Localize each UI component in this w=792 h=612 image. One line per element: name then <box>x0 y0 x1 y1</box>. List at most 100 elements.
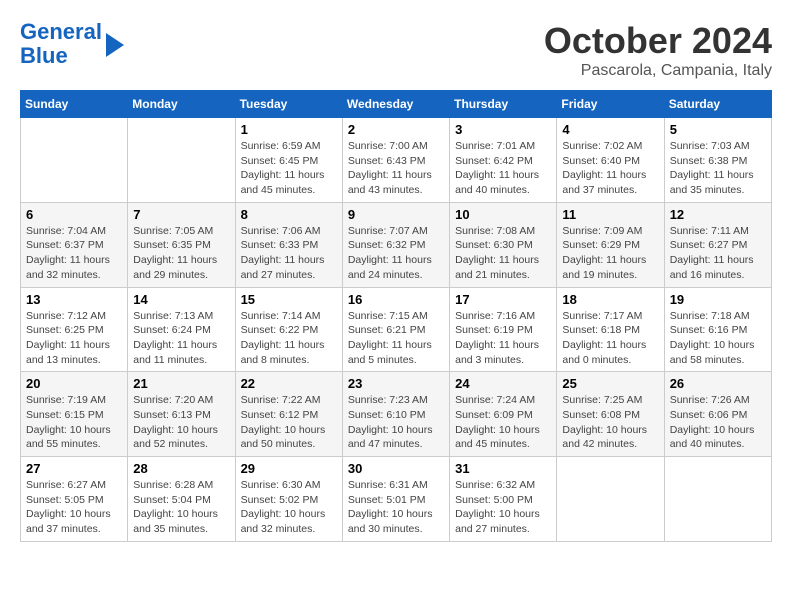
day-of-week-header: Monday <box>128 91 235 118</box>
day-number: 11 <box>562 207 658 222</box>
day-number: 2 <box>348 122 444 137</box>
logo-arrow-icon <box>106 33 124 57</box>
calendar-cell: 7Sunrise: 7:05 AMSunset: 6:35 PMDaylight… <box>128 202 235 287</box>
calendar-week-row: 27 Sunrise: 6:27 AMSunset: 5:05 PMDayligh… <box>21 457 772 542</box>
day-of-week-header: Friday <box>557 91 664 118</box>
calendar-cell: 6Sunrise: 7:04 AMSunset: 6:37 PMDaylight… <box>21 202 128 287</box>
logo-text-blue: Blue <box>20 43 68 68</box>
day-number: 15 <box>241 292 337 307</box>
calendar-week-row: 13 Sunrise: 7:12 AMSunset: 6:25 PMDayligh… <box>21 287 772 372</box>
day-of-week-header: Tuesday <box>235 91 342 118</box>
cell-info: Sunrise: 7:07 AMSunset: 6:32 PMDaylight:… <box>348 224 444 283</box>
cell-info: Sunrise: 7:14 AMSunset: 6:22 PMDaylight:… <box>241 309 337 368</box>
day-number: 3 <box>455 122 551 137</box>
calendar-cell: 30 Sunrise: 6:31 AMSunset: 5:01 PMDayligh… <box>342 457 449 542</box>
day-number: 20 <box>26 376 122 391</box>
cell-info: Sunrise: 6:30 AMSunset: 5:02 PMDaylight:… <box>241 478 337 537</box>
day-of-week-header: Thursday <box>450 91 557 118</box>
calendar-cell: 26 Sunrise: 7:26 AMSunset: 6:06 PMDayligh… <box>664 372 771 457</box>
calendar-week-row: 1 Sunrise: 6:59 AMSunset: 6:45 PMDaylight… <box>21 118 772 203</box>
logo: General Blue <box>20 20 124 68</box>
calendar-cell: 23Sunrise: 7:23 AMSunset: 6:10 PMDayligh… <box>342 372 449 457</box>
day-number: 8 <box>241 207 337 222</box>
cell-info: Sunrise: 7:24 AMSunset: 6:09 PMDaylight:… <box>455 393 551 452</box>
calendar-cell: 1 Sunrise: 6:59 AMSunset: 6:45 PMDaylight… <box>235 118 342 203</box>
day-number: 26 <box>670 376 766 391</box>
calendar-cell: 21 Sunrise: 7:20 AMSunset: 6:13 PMDayligh… <box>128 372 235 457</box>
cell-info: Sunrise: 6:31 AMSunset: 5:01 PMDaylight:… <box>348 478 444 537</box>
day-number: 27 <box>26 461 122 476</box>
day-number: 21 <box>133 376 229 391</box>
day-number: 30 <box>348 461 444 476</box>
cell-info: Sunrise: 6:28 AMSunset: 5:04 PMDaylight:… <box>133 478 229 537</box>
day-number: 14 <box>133 292 229 307</box>
cell-info: Sunrise: 7:16 AMSunset: 6:19 PMDaylight:… <box>455 309 551 368</box>
cell-info: Sunrise: 7:13 AMSunset: 6:24 PMDaylight:… <box>133 309 229 368</box>
day-number: 17 <box>455 292 551 307</box>
cell-info: Sunrise: 7:26 AMSunset: 6:06 PMDaylight:… <box>670 393 766 452</box>
cell-info: Sunrise: 7:01 AMSunset: 6:42 PMDaylight:… <box>455 139 551 198</box>
calendar-cell: 17 Sunrise: 7:16 AMSunset: 6:19 PMDayligh… <box>450 287 557 372</box>
calendar-cell: 24Sunrise: 7:24 AMSunset: 6:09 PMDayligh… <box>450 372 557 457</box>
calendar-cell: 18 Sunrise: 7:17 AMSunset: 6:18 PMDayligh… <box>557 287 664 372</box>
day-number: 22 <box>241 376 337 391</box>
cell-info: Sunrise: 7:05 AMSunset: 6:35 PMDaylight:… <box>133 224 229 283</box>
day-number: 1 <box>241 122 337 137</box>
calendar-cell: 2Sunrise: 7:00 AMSunset: 6:43 PMDaylight… <box>342 118 449 203</box>
cell-info: Sunrise: 7:12 AMSunset: 6:25 PMDaylight:… <box>26 309 122 368</box>
calendar-cell: 28Sunrise: 6:28 AMSunset: 5:04 PMDayligh… <box>128 457 235 542</box>
calendar-cell: 8 Sunrise: 7:06 AMSunset: 6:33 PMDaylight… <box>235 202 342 287</box>
calendar-cell: 3 Sunrise: 7:01 AMSunset: 6:42 PMDaylight… <box>450 118 557 203</box>
calendar-cell: 11 Sunrise: 7:09 AMSunset: 6:29 PMDayligh… <box>557 202 664 287</box>
calendar-cell: 22 Sunrise: 7:22 AMSunset: 6:12 PMDayligh… <box>235 372 342 457</box>
calendar-header-row: SundayMondayTuesdayWednesdayThursdayFrid… <box>21 91 772 118</box>
day-number: 19 <box>670 292 766 307</box>
location-subtitle: Pascarola, Campania, Italy <box>544 62 772 80</box>
day-number: 4 <box>562 122 658 137</box>
day-number: 16 <box>348 292 444 307</box>
cell-info: Sunrise: 6:59 AMSunset: 6:45 PMDaylight:… <box>241 139 337 198</box>
cell-info: Sunrise: 7:02 AMSunset: 6:40 PMDaylight:… <box>562 139 658 198</box>
calendar-cell: 9 Sunrise: 7:07 AMSunset: 6:32 PMDaylight… <box>342 202 449 287</box>
cell-info: Sunrise: 7:25 AMSunset: 6:08 PMDaylight:… <box>562 393 658 452</box>
cell-info: Sunrise: 7:19 AMSunset: 6:15 PMDaylight:… <box>26 393 122 452</box>
calendar-cell: 12 Sunrise: 7:11 AMSunset: 6:27 PMDayligh… <box>664 202 771 287</box>
day-number: 6 <box>26 207 122 222</box>
title-area: October 2024 Pascarola, Campania, Italy <box>544 20 772 80</box>
day-of-week-header: Sunday <box>21 91 128 118</box>
cell-info: Sunrise: 7:15 AMSunset: 6:21 PMDaylight:… <box>348 309 444 368</box>
cell-info: Sunrise: 6:27 AMSunset: 5:05 PMDaylight:… <box>26 478 122 537</box>
page-header: General Blue October 2024 Pascarola, Cam… <box>20 20 772 80</box>
cell-info: Sunrise: 7:06 AMSunset: 6:33 PMDaylight:… <box>241 224 337 283</box>
cell-info: Sunrise: 7:17 AMSunset: 6:18 PMDaylight:… <box>562 309 658 368</box>
day-number: 18 <box>562 292 658 307</box>
cell-info: Sunrise: 7:08 AMSunset: 6:30 PMDaylight:… <box>455 224 551 283</box>
calendar-week-row: 20 Sunrise: 7:19 AMSunset: 6:15 PMDayligh… <box>21 372 772 457</box>
calendar-cell: 31Sunrise: 6:32 AMSunset: 5:00 PMDayligh… <box>450 457 557 542</box>
calendar-cell: 25 Sunrise: 7:25 AMSunset: 6:08 PMDayligh… <box>557 372 664 457</box>
cell-info: Sunrise: 7:11 AMSunset: 6:27 PMDaylight:… <box>670 224 766 283</box>
calendar-cell: 10 Sunrise: 7:08 AMSunset: 6:30 PMDayligh… <box>450 202 557 287</box>
day-number: 12 <box>670 207 766 222</box>
day-number: 5 <box>670 122 766 137</box>
calendar-cell: 15 Sunrise: 7:14 AMSunset: 6:22 PMDayligh… <box>235 287 342 372</box>
cell-info: Sunrise: 7:20 AMSunset: 6:13 PMDaylight:… <box>133 393 229 452</box>
day-of-week-header: Wednesday <box>342 91 449 118</box>
calendar-cell: 5 Sunrise: 7:03 AMSunset: 6:38 PMDaylight… <box>664 118 771 203</box>
calendar-cell <box>557 457 664 542</box>
calendar-cell <box>128 118 235 203</box>
calendar-cell: 13 Sunrise: 7:12 AMSunset: 6:25 PMDayligh… <box>21 287 128 372</box>
day-number: 13 <box>26 292 122 307</box>
cell-info: Sunrise: 7:09 AMSunset: 6:29 PMDaylight:… <box>562 224 658 283</box>
cell-info: Sunrise: 7:23 AMSunset: 6:10 PMDaylight:… <box>348 393 444 452</box>
calendar-cell: 19Sunrise: 7:18 AMSunset: 6:16 PMDayligh… <box>664 287 771 372</box>
calendar-cell: 14 Sunrise: 7:13 AMSunset: 6:24 PMDayligh… <box>128 287 235 372</box>
cell-info: Sunrise: 7:03 AMSunset: 6:38 PMDaylight:… <box>670 139 766 198</box>
day-number: 9 <box>348 207 444 222</box>
day-number: 25 <box>562 376 658 391</box>
day-number: 10 <box>455 207 551 222</box>
cell-info: Sunrise: 7:22 AMSunset: 6:12 PMDaylight:… <box>241 393 337 452</box>
logo-text-general: General <box>20 19 102 44</box>
calendar-cell <box>664 457 771 542</box>
calendar-cell: 20 Sunrise: 7:19 AMSunset: 6:15 PMDayligh… <box>21 372 128 457</box>
